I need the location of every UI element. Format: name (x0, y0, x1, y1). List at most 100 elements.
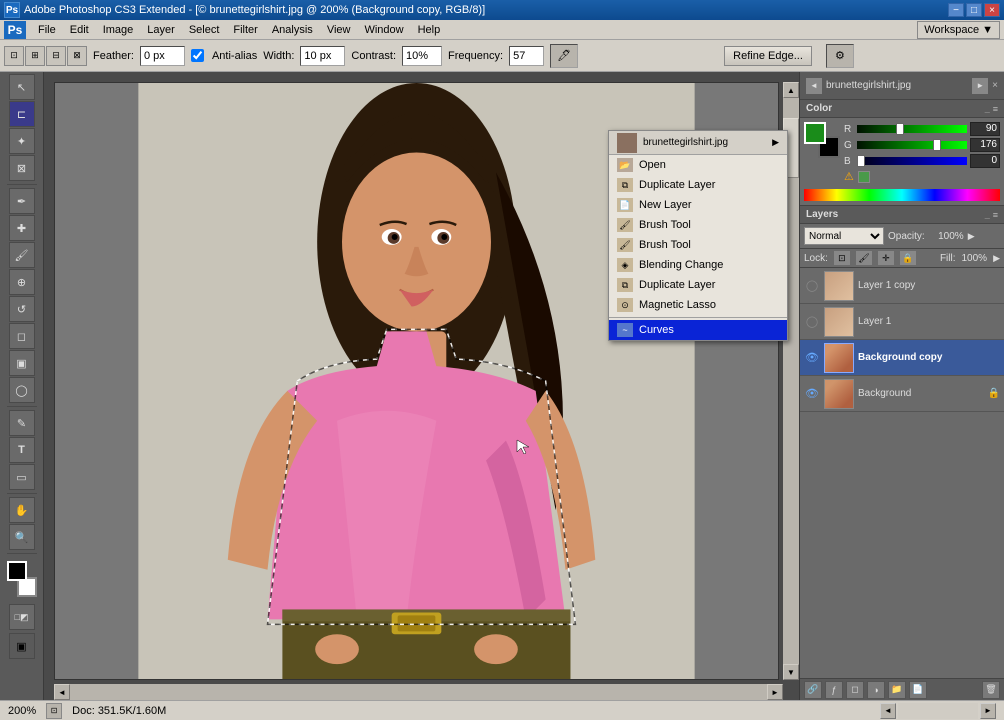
new-layer-btn[interactable]: 📄 (909, 681, 927, 699)
color-panel-minimize[interactable]: _ (985, 104, 990, 114)
antialias-checkbox[interactable] (191, 49, 204, 62)
ctx-new-layer[interactable]: 📄 New Layer (609, 195, 787, 215)
fill-arrow[interactable]: ▶ (993, 253, 1000, 264)
g-slider[interactable] (857, 141, 967, 149)
color-panel-menu[interactable]: ≡ (993, 104, 998, 114)
tool-dodge[interactable]: ◯ (9, 377, 35, 403)
scroll-right-button[interactable]: ► (767, 684, 783, 700)
maximize-button[interactable]: □ (966, 3, 982, 17)
tool-pen[interactable]: ✎ (9, 410, 35, 436)
tool-brush[interactable]: 🖌 (9, 242, 35, 268)
b-value[interactable]: 0 (970, 154, 1000, 168)
tool-mode-btn-4[interactable]: ⊠ (67, 46, 87, 66)
tool-mode-btn-3[interactable]: ⊟ (46, 46, 66, 66)
tool-crop[interactable]: ⊠ (9, 155, 35, 181)
layer-eye-background-copy[interactable]: 👁 (804, 350, 820, 366)
ctx-brush-tool-2[interactable]: 🖌 Brush Tool (609, 235, 787, 255)
tool-text[interactable]: T (9, 437, 35, 463)
ctx-duplicate-layer-1[interactable]: ⧉ Duplicate Layer (609, 175, 787, 195)
new-adjustment-btn[interactable]: ◑ (867, 681, 885, 699)
ctx-brush-tool-1[interactable]: 🖌 Brush Tool (609, 215, 787, 235)
tool-eraser[interactable]: ◻ (9, 323, 35, 349)
menu-help[interactable]: Help (412, 22, 447, 38)
close-button[interactable]: × (984, 3, 1000, 17)
menu-select[interactable]: Select (183, 22, 226, 38)
ctx-header-arrow[interactable]: ▶ (772, 137, 779, 148)
lock-all-icon[interactable]: 🔒 (900, 251, 916, 265)
delete-layer-btn[interactable]: 🗑 (982, 681, 1000, 699)
menu-image[interactable]: Image (97, 22, 140, 38)
width-input[interactable] (300, 46, 345, 66)
layer-item-layer1copy[interactable]: ◯ Layer 1 copy (800, 268, 1004, 304)
tool-eyedropper[interactable]: ✒ (9, 188, 35, 214)
refine-edge-button[interactable]: Refine Edge... (724, 46, 812, 66)
lock-move-icon[interactable]: ✛ (878, 251, 894, 265)
minimize-button[interactable]: − (948, 3, 964, 17)
new-group-btn[interactable]: 📁 (888, 681, 906, 699)
fg-color-box[interactable] (804, 122, 826, 144)
b-slider[interactable] (857, 157, 967, 165)
tool-lasso[interactable]: ⊏ (9, 101, 35, 127)
layer-item-background[interactable]: 👁 Background 🔒 (800, 376, 1004, 412)
tool-shape[interactable]: ▭ (9, 464, 35, 490)
status-nav-right[interactable]: ► (980, 703, 996, 719)
color-spectrum-bar[interactable] (804, 189, 1000, 201)
contrast-input[interactable] (402, 46, 442, 66)
menu-layer[interactable]: Layer (141, 22, 181, 38)
tool-gradient[interactable]: ▣ (9, 350, 35, 376)
g-slider-thumb[interactable] (933, 139, 941, 151)
horizontal-scrollbar[interactable]: ◄ ► (54, 684, 783, 700)
tool-magic-wand[interactable]: ✦ (9, 128, 35, 154)
scroll-left-button[interactable]: ◄ (54, 684, 70, 700)
layer-eye-layer1[interactable]: ◯ (804, 314, 820, 330)
ctx-open[interactable]: 📂 Open (609, 155, 787, 175)
r-slider[interactable] (857, 125, 967, 133)
tool-heal[interactable]: ✚ (9, 215, 35, 241)
feather-input[interactable] (140, 46, 185, 66)
layer-item-background-copy[interactable]: 👁 Background copy (800, 340, 1004, 376)
zoom-fit-btn[interactable]: ⊡ (46, 703, 62, 719)
scroll-down-button[interactable]: ▼ (783, 664, 799, 680)
layer-eye-layer1copy[interactable]: ◯ (804, 278, 820, 294)
menu-view[interactable]: View (321, 22, 357, 38)
menu-filter[interactable]: Filter (227, 22, 263, 38)
tool-mode-btn-1[interactable]: ⊡ (4, 46, 24, 66)
add-style-btn[interactable]: ƒ (825, 681, 843, 699)
doc-nav-right[interactable]: ► (972, 78, 988, 94)
add-mask-btn[interactable]: ◻ (846, 681, 864, 699)
blend-mode-select[interactable]: Normal Multiply Screen Overlay (804, 227, 884, 245)
tool-mode-btn-2[interactable]: ⊞ (25, 46, 45, 66)
tool-clone[interactable]: ⊕ (9, 269, 35, 295)
screen-mode-btn[interactable]: ▣ (9, 633, 35, 659)
tool-move[interactable]: ↖ (9, 74, 35, 100)
tool-history[interactable]: ↺ (9, 296, 35, 322)
foreground-color-swatch[interactable] (7, 561, 27, 581)
b-slider-thumb[interactable] (857, 155, 865, 167)
layer-eye-background[interactable]: 👁 (804, 386, 820, 402)
menu-analysis[interactable]: Analysis (266, 22, 319, 38)
r-slider-thumb[interactable] (896, 123, 904, 135)
ctx-curves[interactable]: ~ Curves (609, 320, 787, 340)
frequency-input[interactable] (509, 46, 544, 66)
workspace-button[interactable]: Workspace ▼ (917, 21, 1000, 39)
opacity-arrow[interactable]: ▶ (968, 231, 975, 242)
link-layers-btn[interactable]: 🔗 (804, 681, 822, 699)
lock-transparent-icon[interactable]: ⊡ (834, 251, 850, 265)
layers-panel-minimize[interactable]: _ (985, 210, 990, 220)
r-value[interactable]: 90 (970, 122, 1000, 136)
g-value[interactable]: 176 (970, 138, 1000, 152)
scroll-up-button[interactable]: ▲ (783, 82, 799, 98)
layers-panel-menu[interactable]: ≡ (993, 210, 998, 220)
lock-image-icon[interactable]: 🖌 (856, 251, 872, 265)
ctx-blending-change[interactable]: ◈ Blending Change (609, 255, 787, 275)
doc-close-btn[interactable]: × (992, 80, 998, 91)
ctx-magnetic-lasso[interactable]: ⊙ Magnetic Lasso (609, 295, 787, 315)
menu-edit[interactable]: Edit (64, 22, 95, 38)
menu-file[interactable]: File (32, 22, 62, 38)
status-nav-left[interactable]: ◄ (880, 703, 896, 719)
menu-window[interactable]: Window (358, 22, 409, 38)
doc-nav-left[interactable]: ◄ (806, 78, 822, 94)
tool-zoom[interactable]: 🔍 (9, 524, 35, 550)
edit-mode-btn[interactable]: □◩ (9, 604, 35, 630)
layer-item-layer1[interactable]: ◯ Layer 1 (800, 304, 1004, 340)
